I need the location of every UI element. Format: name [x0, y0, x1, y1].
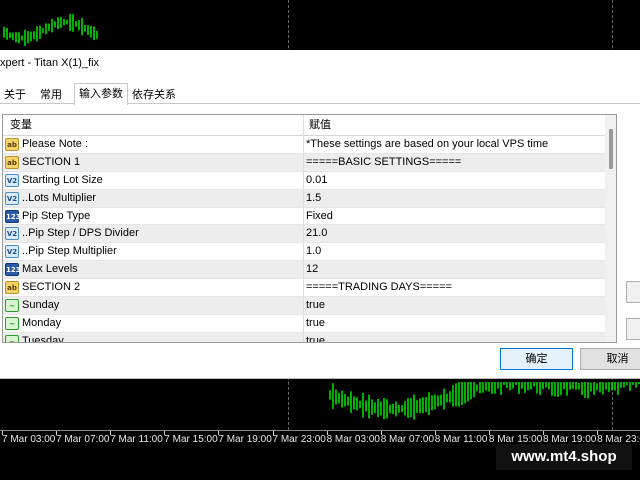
cancel-button[interactable]: 取消: [580, 348, 640, 370]
time-label: 8 Mar 07:00: [380, 434, 435, 445]
side-button-load[interactable]: [626, 281, 640, 303]
time-label: 8 Mar 03:00: [326, 434, 380, 445]
column-divider: [303, 225, 304, 243]
double-type-icon: V2: [5, 191, 19, 205]
double-type-icon: V2: [5, 173, 19, 187]
column-header-variable[interactable]: 变量: [10, 115, 32, 136]
parameter-row[interactable]: ab SECTION 2 =====TRADING DAYS=====: [3, 279, 605, 298]
parameter-name: Max Levels: [22, 263, 78, 276]
parameter-name: Monday: [22, 316, 62, 329]
parameter-value[interactable]: 21.0: [306, 225, 327, 242]
column-divider: [303, 189, 304, 207]
parameter-row[interactable]: 123 Pip Step Type Fixed: [3, 207, 605, 226]
time-label: 7 Mar 03:00: [2, 434, 56, 445]
column-header-value[interactable]: 赋值: [309, 115, 331, 136]
parameter-value[interactable]: true: [306, 333, 325, 342]
bool-type-icon: ~: [5, 334, 19, 342]
parameter-value[interactable]: true: [306, 315, 325, 332]
string-type-icon: ab: [5, 138, 19, 151]
integer-type-icon: 123: [5, 209, 21, 223]
column-divider: [303, 243, 304, 261]
column-divider[interactable]: [303, 115, 304, 136]
parameter-name: ..Pip Step / DPS Divider: [22, 227, 139, 240]
parameter-row[interactable]: ~ Sunday true: [3, 297, 605, 315]
dialog-title: xpert - Titan X(1)_fix: [0, 57, 100, 69]
parameter-value[interactable]: 0.01: [306, 172, 327, 189]
parameter-name: SECTION 1: [22, 155, 81, 168]
string-type-icon: ab: [5, 281, 19, 295]
parameters-grid[interactable]: 变量 赋值 ab Please Note : *These settings are…: [2, 114, 617, 343]
parameter-name: Please Note :: [22, 138, 89, 150]
parameter-row[interactable]: ~ Tuesday true: [3, 332, 605, 343]
parameter-row[interactable]: ~ Monday true: [3, 314, 605, 333]
bool-type-icon: ~: [5, 316, 19, 330]
tab-bar: 关于 常用 输入参数 依存关系: [0, 82, 640, 105]
tab-common[interactable]: 常用: [36, 87, 66, 104]
parameter-row[interactable]: ab Please Note : *These settings are based…: [3, 136, 605, 154]
integer-type-icon: 123: [5, 263, 21, 277]
parameter-row[interactable]: 123 Max Levels 12: [3, 261, 605, 280]
time-label: 7 Mar 19:00: [218, 434, 272, 445]
parameter-name: Pip Step Type: [22, 209, 91, 222]
parameter-name: SECTION 2: [22, 281, 81, 294]
grid-header: 变量 赋值: [3, 115, 605, 136]
parameter-row[interactable]: V2 Starting Lot Size 0.01: [3, 171, 605, 190]
column-divider: [303, 153, 304, 171]
parameter-value[interactable]: true: [306, 297, 325, 314]
parameter-row[interactable]: V2 ..Pip Step Multiplier 1.0: [3, 243, 605, 262]
parameter-value[interactable]: Fixed: [306, 208, 333, 225]
parameter-name: ..Lots Multiplier: [22, 191, 96, 204]
column-divider: [303, 332, 304, 342]
parameter-name: Tuesday: [22, 334, 64, 343]
ok-button[interactable]: 确定: [500, 348, 573, 370]
column-divider: [303, 207, 304, 225]
parameter-value[interactable]: 1.0: [306, 243, 321, 260]
scrollbar-thumb[interactable]: [609, 129, 613, 169]
parameter-value[interactable]: *These settings are based on your local …: [306, 136, 548, 153]
double-type-icon: V2: [5, 245, 19, 259]
bool-type-icon: ~: [5, 299, 19, 313]
vertical-scrollbar[interactable]: [605, 115, 616, 342]
watermark: www.mt4.shop: [496, 444, 632, 470]
time-label: 7 Mar 15:00: [164, 434, 218, 445]
parameter-name: Sunday: [22, 299, 60, 312]
parameter-name: ..Pip Step Multiplier: [22, 245, 117, 258]
string-type-icon: ab: [5, 155, 19, 169]
parameter-value[interactable]: 1.5: [306, 190, 321, 207]
parameter-row[interactable]: ab SECTION 1 =====BASIC SETTINGS=====: [3, 153, 605, 172]
time-label: 7 Mar 23:00: [272, 434, 326, 445]
tab-inputs[interactable]: 输入参数: [74, 83, 128, 105]
parameter-value[interactable]: =====TRADING DAYS=====: [306, 279, 452, 296]
time-label: 7 Mar 07:00: [56, 434, 110, 445]
side-button-save[interactable]: [626, 318, 640, 340]
parameter-row[interactable]: V2 ..Lots Multiplier 1.5: [3, 189, 605, 208]
column-divider: [303, 136, 304, 153]
grid-rows: ab Please Note : *These settings are based…: [3, 136, 605, 343]
tab-about[interactable]: 关于: [0, 87, 30, 104]
column-divider: [303, 279, 304, 297]
parameter-name: Starting Lot Size: [22, 173, 103, 186]
parameter-value[interactable]: 12: [306, 261, 318, 278]
time-label: 7 Mar 11:00: [110, 434, 163, 445]
column-divider: [303, 171, 304, 189]
double-type-icon: V2: [5, 227, 19, 241]
tab-dependencies[interactable]: 依存关系: [128, 87, 180, 104]
parameter-value[interactable]: =====BASIC SETTINGS=====: [306, 154, 461, 171]
column-divider: [303, 261, 304, 279]
column-divider: [303, 314, 304, 332]
parameter-row[interactable]: V2 ..Pip Step / DPS Divider 21.0: [3, 225, 605, 244]
column-divider: [303, 297, 304, 314]
time-label: 8 Mar 11:00: [434, 434, 488, 445]
